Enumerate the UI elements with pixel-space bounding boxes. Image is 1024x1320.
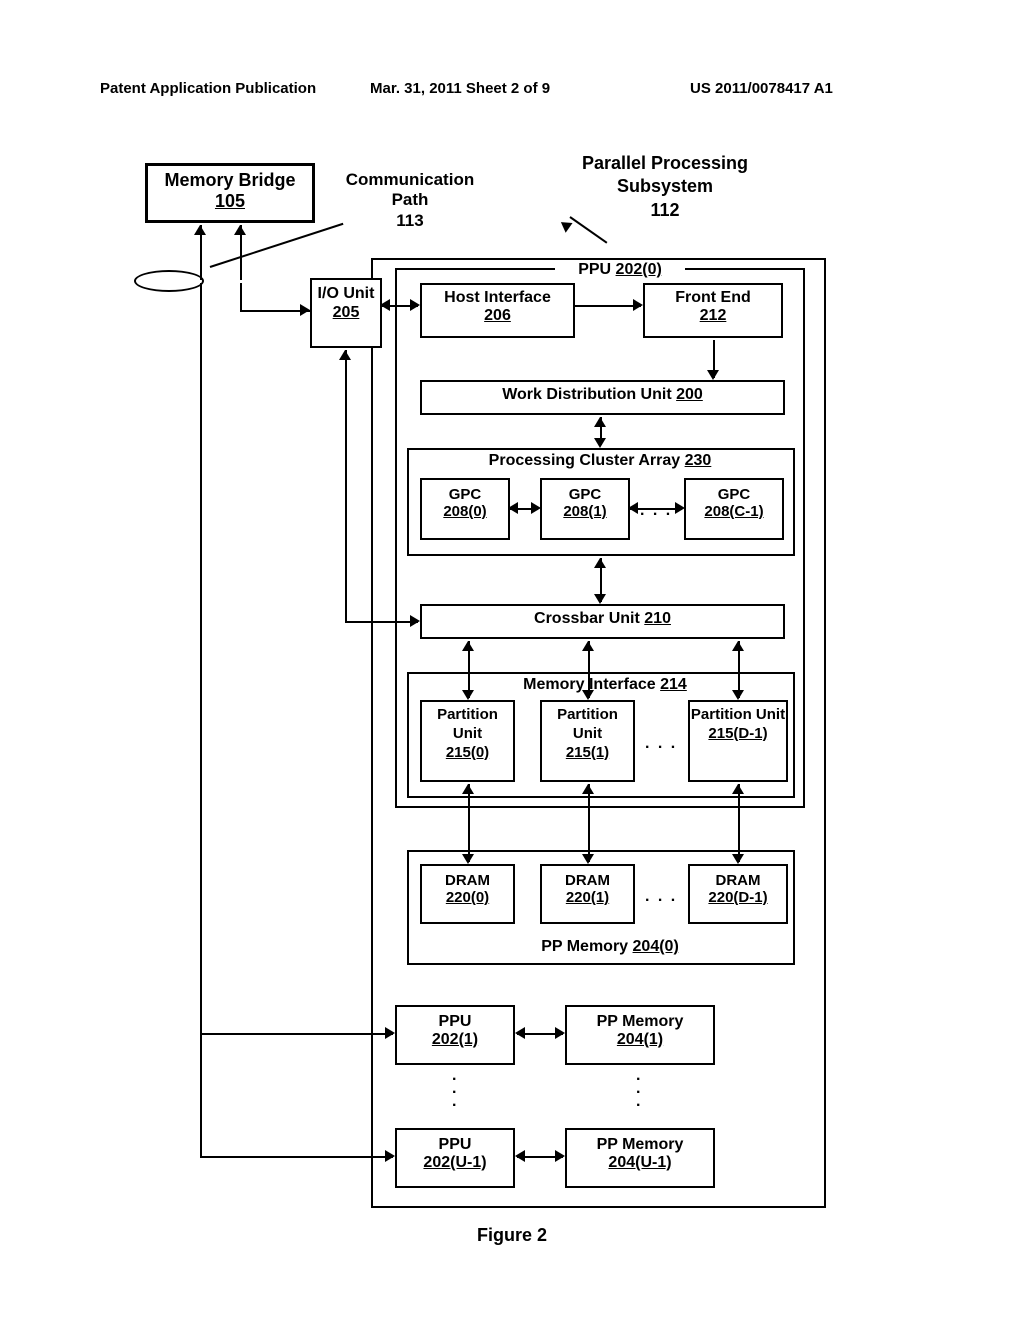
part-title-0: Partition Unit (422, 706, 513, 744)
ppu1-title: PPU (397, 1013, 513, 1031)
memory-bridge-label: Memory Bridge (148, 170, 312, 191)
hostif-num: 206 (422, 307, 573, 325)
frontend-num: 212 (645, 307, 781, 325)
pca-header: Processing Cluster Array 230 (430, 452, 770, 470)
header-left: Patent Application Publication (100, 80, 316, 97)
block-dram-1: DRAM 220(1) (540, 864, 635, 924)
gpc-title-0: GPC (422, 486, 508, 503)
comm-path-num: 113 (330, 211, 490, 231)
comm-path-title: Communication Path (330, 170, 490, 211)
header-mid: Mar. 31, 2011 Sheet 2 of 9 (370, 80, 550, 97)
dram-title-0: DRAM (422, 872, 513, 889)
pps-label-group: Parallel Processing Subsystem 112 (560, 152, 770, 222)
ppmem0-title: PP Memory (541, 938, 628, 955)
ppmemn-num: 204(U-1) (567, 1154, 713, 1172)
gpc-ellipsis: . . . (640, 502, 672, 520)
pps-title: Parallel Processing Subsystem (560, 152, 770, 197)
block-ppu-1: PPU 202(1) (395, 1005, 515, 1065)
gpcn-num: 208(C-1) (686, 503, 782, 520)
comm-path-label-group: Communication Path 113 (330, 170, 490, 231)
dram0-num: 220(0) (422, 889, 513, 906)
ppmemn-title: PP Memory (567, 1136, 713, 1154)
pca-title: Processing Cluster Array (489, 452, 680, 469)
dram1-num: 220(1) (542, 889, 633, 906)
block-part-1: Partition Unit 215(1) (540, 700, 635, 782)
gpc-title-1: GPC (542, 486, 628, 503)
block-ppu-n: PPU 202(U-1) (395, 1128, 515, 1188)
ppmem1-num: 204(1) (567, 1031, 713, 1049)
ppun-title: PPU (397, 1136, 513, 1154)
patent-figure-canvas: Patent Application Publication Mar. 31, … (0, 0, 1024, 1320)
block-dram-0: DRAM 220(0) (420, 864, 515, 924)
block-gpc-n: GPC 208(C-1) (684, 478, 784, 540)
ppmem1-title: PP Memory (567, 1013, 713, 1031)
block-crossbar: Crossbar Unit 210 (420, 604, 785, 639)
block-memory-bridge: Memory Bridge 105 (145, 163, 315, 223)
memif-num: 214 (660, 676, 687, 693)
ppu0-title: PPU (578, 261, 611, 278)
ppu0-num: 202(0) (616, 261, 662, 278)
gpc0-num: 208(0) (422, 503, 508, 520)
figure-caption: Figure 2 (0, 1225, 1024, 1246)
xbar-title: Crossbar Unit (534, 610, 640, 627)
block-part-n: Partition Unit 215(D-1) (688, 700, 788, 782)
block-gpc-0: GPC 208(0) (420, 478, 510, 540)
block-ppmem-n: PP Memory 204(U-1) (565, 1128, 715, 1188)
block-io-unit: I/O Unit 205 (310, 278, 382, 348)
ppmem-vdots: ... (636, 1070, 640, 1108)
part0-num: 215(0) (422, 744, 513, 763)
part-title-1: Partition Unit (542, 706, 633, 744)
ppu0-header: PPU 202(0) (555, 260, 685, 280)
memory-bridge-num: 105 (148, 191, 312, 212)
dram-ellipsis: . . . (645, 888, 677, 906)
ppun-num: 202(U-1) (397, 1154, 513, 1172)
part-title-n: Partition Unit (690, 706, 786, 725)
ppmem0-num: 204(0) (633, 938, 679, 955)
wdu-title: Work Distribution Unit (502, 386, 671, 403)
dram-title-1: DRAM (542, 872, 633, 889)
partn-num: 215(D-1) (690, 725, 786, 744)
wdu-num: 200 (676, 386, 703, 403)
dramn-num: 220(D-1) (690, 889, 786, 906)
part-ellipsis: . . . (645, 735, 677, 753)
block-ppmem-1: PP Memory 204(1) (565, 1005, 715, 1065)
block-host-interface: Host Interface 206 (420, 283, 575, 338)
block-gpc-1: GPC 208(1) (540, 478, 630, 540)
frontend-title: Front End (645, 289, 781, 307)
block-front-end: Front End 212 (643, 283, 783, 338)
pps-num: 112 (560, 199, 770, 222)
block-wdu: Work Distribution Unit 200 (420, 380, 785, 415)
memif-header: Memory Interface 214 (460, 676, 750, 694)
xbar-num: 210 (644, 610, 671, 627)
ppu-vdots: ... (452, 1070, 456, 1108)
ppmem0-label: PP Memory 204(0) (500, 938, 720, 956)
io-num: 205 (312, 303, 380, 322)
hostif-title: Host Interface (422, 289, 573, 307)
pca-num: 230 (685, 452, 712, 469)
block-part-0: Partition Unit 215(0) (420, 700, 515, 782)
part1-num: 215(1) (542, 744, 633, 763)
dram-title-n: DRAM (690, 872, 786, 889)
gpc-title-n: GPC (686, 486, 782, 503)
ppu1-num: 202(1) (397, 1031, 513, 1049)
header-right: US 2011/0078417 A1 (690, 80, 833, 97)
gpc1-num: 208(1) (542, 503, 628, 520)
io-title: I/O Unit (312, 284, 380, 303)
block-dram-n: DRAM 220(D-1) (688, 864, 788, 924)
